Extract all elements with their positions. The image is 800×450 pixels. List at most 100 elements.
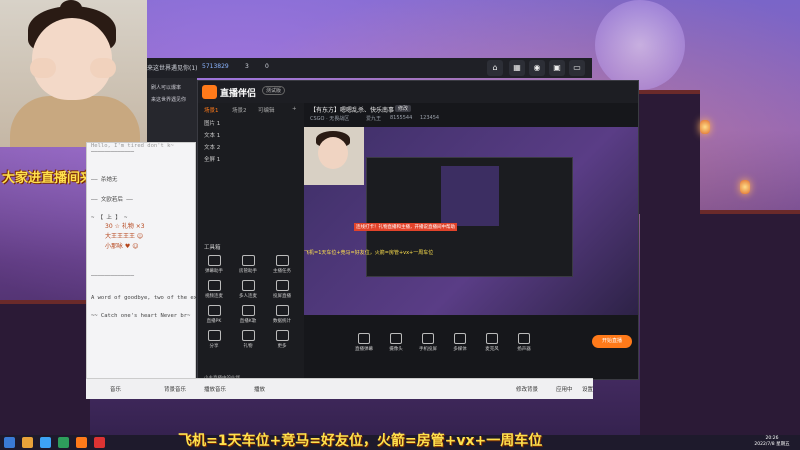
panel-text: 来这世界遇见你 [151,97,187,103]
control-bar: 直播弹幕 摄像头 手机投屏 多媒体 麦克风 扬声器 开始直播 [304,333,638,363]
bottom-ticker: 飞机=1天车位+竞马=好友位，火箭=房管+vx+一周车位 [178,433,543,449]
calendar-icon[interactable]: ▦ [509,60,525,76]
control-camera[interactable]: 摄像头 [382,333,410,352]
app-center-button[interactable]: 应用中 [556,385,573,393]
tool-tasks[interactable]: 主播任务 [270,255,294,274]
tool-danmu[interactable]: 弹幕助手 [202,255,226,274]
source-item[interactable]: 全屏 1 [204,155,220,163]
room-host: 爱九王 [366,116,382,122]
lantern-icon [740,180,750,194]
source-item[interactable]: 文本 1 [204,131,220,139]
source-item[interactable]: 图片 1 [204,119,220,127]
danmu-icon [207,255,221,266]
room-id: 8155544 [390,115,413,121]
app-sidebar: 场景1 场景2 可编辑 + 图片 1 文本 1 文本 2 全屏 1 工具箱 弹幕… [198,103,304,381]
chat-gift: 小那咏 ♥ ☺ [105,243,139,250]
version-badge[interactable]: 测试版 [262,86,286,95]
tool-pk[interactable]: 直播PK [202,305,226,324]
windows-start-icon[interactable] [4,437,15,448]
pk-icon [207,305,221,316]
tab-editable[interactable]: 可编辑 [258,106,275,114]
media-icon [454,333,466,344]
cast-icon [275,280,289,291]
gamepad-icon[interactable]: ▣ [549,60,565,76]
source-item[interactable]: 文本 2 [204,143,220,151]
chat-line: ~~ Catch one's heart Never br~ [91,313,191,319]
settings-button[interactable]: 设置 [582,385,593,393]
browser-icon[interactable] [40,437,51,448]
webcam-hair-bun [60,0,82,16]
badge-count: 0 [265,63,269,70]
lantern-icon [700,120,710,134]
panel-text: 刷人可以爆率 [151,85,182,91]
tasks-icon [275,255,289,266]
chat-line: —— 杀她无 [91,177,118,183]
wallpaper-building [640,210,800,439]
add-scene-button[interactable]: + [292,106,297,112]
preview-nested-video [441,166,499,226]
camera-icon [390,333,402,344]
danmu-icon [358,333,370,344]
music-icon [241,305,255,316]
control-phone-cast[interactable]: 手机投屏 [414,333,442,352]
tool-more[interactable]: 更多 [270,330,294,349]
play-button[interactable]: 播放 [254,385,265,393]
control-speaker[interactable]: 扬声器 [510,333,538,352]
app-logo-icon [202,85,217,99]
music-button[interactable]: 音乐 [110,385,121,393]
viewer-count: 5713829 [202,63,229,70]
background-window-titlebar: 来这世界遇见你(1) 5713829 3 0 ⌂ ▦ ◉ ▣ ▭ [147,58,592,78]
tool-stats[interactable]: 数据统计 [270,305,294,324]
go-live-button[interactable]: 开始直播 [592,335,632,348]
window-title: 来这世界遇见你(1) [147,65,198,72]
chat-line: ————————————— [91,149,135,155]
streaming-app-icon[interactable] [76,437,87,448]
phone-icon [422,333,434,344]
preview-face [318,137,348,169]
chat-line: A word of goodbye, two of the ex~ [91,295,201,301]
preview-ticker: 飞机=1天车位+竞马=好友位，火箭=房管+vx+一周车位 [304,250,434,256]
bgm-button[interactable]: 背景音乐 [164,385,186,393]
tool-video-link[interactable]: 视频连麦 [202,280,226,299]
folder-icon[interactable] [22,437,33,448]
chart-icon [275,305,289,316]
tab-scene-1[interactable]: 场景1 [204,106,219,114]
control-mic[interactable]: 麦克风 [478,333,506,352]
play-music-button[interactable]: 播放音乐 [204,385,226,393]
toolbox-header: 工具箱 [204,245,221,251]
webcam-hand [30,58,56,78]
tab-scene-2[interactable]: 场景2 [232,106,247,114]
chat-gift: 大王王王王 ☺ [105,233,144,240]
more-icon [275,330,289,341]
chat-app-icon[interactable] [58,437,69,448]
tool-admin[interactable]: 房管助手 [236,255,260,274]
edit-room-button[interactable]: 修改 [395,105,412,112]
preview-notice: 连线打卡！礼物直播和主播，开播说直播间中帮助 [354,223,457,231]
change-bg-button[interactable]: 修改背景 [516,385,538,393]
chat-bottom-bar: 音乐 背景音乐 播放音乐 播放 修改背景 应用中 设置 [86,378,593,399]
tool-multi-link[interactable]: 多人连麦 [236,280,260,299]
wallpaper-building-left [0,300,90,439]
control-media[interactable]: 多媒体 [446,333,474,352]
speaker-icon [518,333,530,344]
mic-icon[interactable]: ◉ [529,60,545,76]
tool-gift[interactable]: 礼物 [236,330,260,349]
main-panel: 【有东方】嗯嗯乱杀、快乐南事 修改 CSGO · 无畏战区 爱九王 815554… [304,103,638,379]
car-icon[interactable]: ▭ [569,60,585,76]
share-icon [207,330,221,341]
chat-panel: ————————————— Hello, I'm tired don't k~ … [86,142,200,380]
room-number: 123454 [420,115,440,121]
chat-gift: 30 ☆ 礼物 ×3 [105,223,145,230]
home-icon[interactable]: ⌂ [487,60,503,76]
gift-icon [241,330,255,341]
control-danmu[interactable]: 直播弹幕 [350,333,378,352]
app-header: 直播伴侣 测试版 [198,81,638,103]
tool-share[interactable]: 分享 [202,330,226,349]
video-app-icon[interactable] [94,437,105,448]
mic-icon [486,333,498,344]
preview-nested-window [366,157,573,277]
tool-cast[interactable]: 投屏直播 [270,280,294,299]
app-logo: 直播伴侣 [220,89,257,99]
tool-ksong[interactable]: 直播K歌 [236,305,260,324]
admin-icon [241,255,255,266]
